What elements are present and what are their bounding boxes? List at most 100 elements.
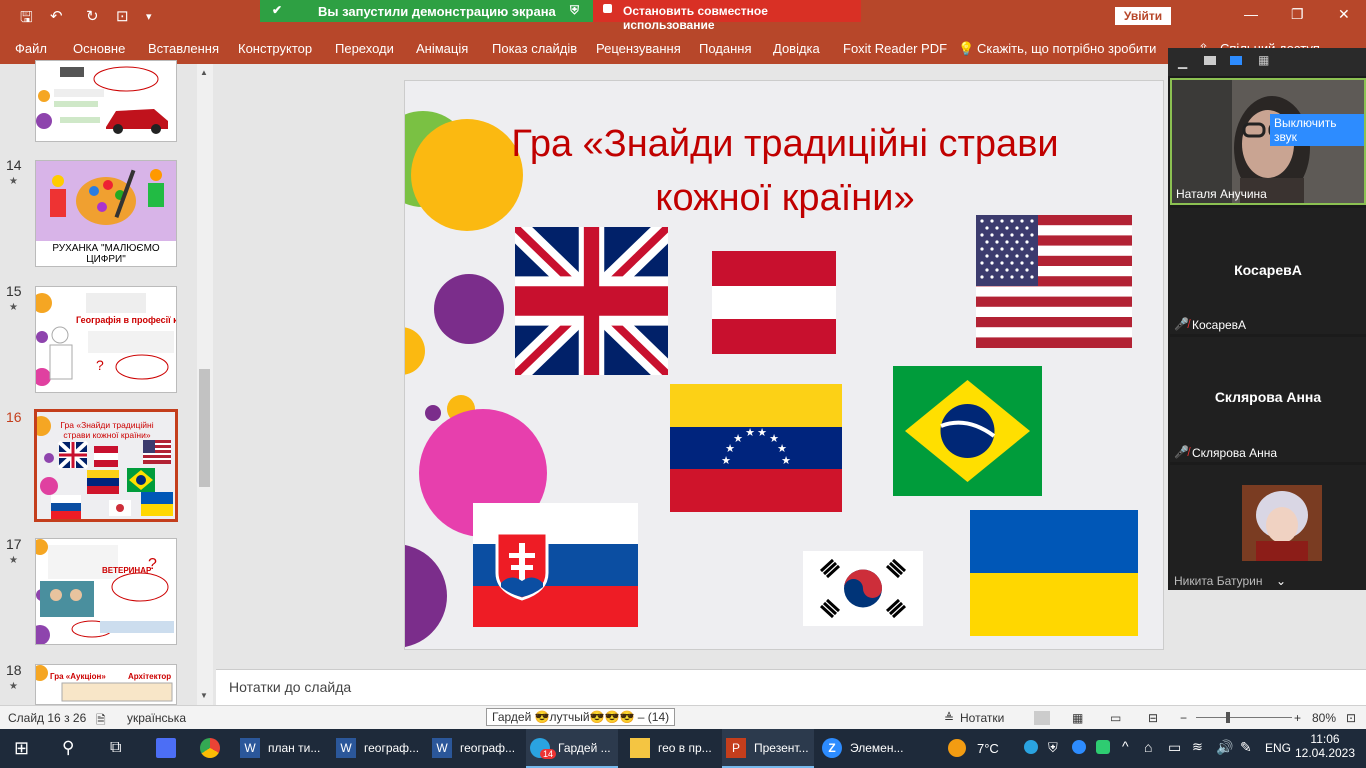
status-bar: Слайд 16 з 26 🗎 українська Гардей 😎лутчы… xyxy=(0,705,1366,729)
participant-tile-sklyarova[interactable]: Склярова Анна 🎤̸ Склярова Анна xyxy=(1170,337,1366,462)
windows-start-icon[interactable]: ⊞ xyxy=(14,738,29,759)
unmute-button[interactable]: Выключить звук xyxy=(1270,114,1364,146)
zoom-slider[interactable] xyxy=(1196,717,1292,718)
zoom-out-icon[interactable]: − xyxy=(1180,711,1187,725)
show-hidden-icons-icon[interactable]: ^ xyxy=(1122,738,1129,754)
network-wifi-icon[interactable]: ≋ xyxy=(1192,739,1203,755)
taskbar-telegram[interactable]: 14 Гардей ... xyxy=(526,729,618,768)
participant-name: Склярова Анна xyxy=(1192,446,1278,460)
chevron-down-icon[interactable]: ⌄ xyxy=(1276,574,1286,588)
volume-icon[interactable]: 🔊 xyxy=(1216,739,1233,756)
word-icon: W xyxy=(336,738,356,758)
tab-help[interactable]: Довідка xyxy=(773,41,820,56)
thumbnail-14[interactable]: РУХАНКА "МАЛЮЄМО ЦИФРИ" xyxy=(35,160,177,267)
thumbnail-number: 14 xyxy=(6,157,22,173)
taskbar-word-3[interactable]: W географ... xyxy=(428,729,520,768)
taskbar-word-2[interactable]: W географ... xyxy=(332,729,424,768)
tab-animations[interactable]: Анімація xyxy=(416,41,468,56)
taskbar-word-1[interactable]: W план ти... xyxy=(236,729,328,768)
thumbnail-16-selected[interactable]: Гра «Знайди традиційні страви кожної кра… xyxy=(34,409,178,522)
network-status-icon[interactable]: ▭ xyxy=(1168,739,1181,756)
taskbar-powerpoint[interactable]: P Презент... xyxy=(722,729,814,768)
task-view-icon[interactable]: ⧉ xyxy=(110,739,121,757)
thumbnails-scrollbar[interactable]: ▲ ▼ xyxy=(197,64,213,705)
main-slide[interactable]: Гра «Знайди традиційні страви кожної кра… xyxy=(404,80,1164,650)
undo-icon[interactable]: ↶ xyxy=(50,7,63,25)
tell-me-input[interactable]: Скажіть, що потрібно зробити xyxy=(977,41,1156,56)
slide-title[interactable]: Гра «Знайди традиційні страви кожної кра… xyxy=(465,117,1105,225)
close-icon[interactable]: ✕ xyxy=(1338,6,1350,23)
restore-icon[interactable]: ❐ xyxy=(1291,6,1304,23)
zoom-tray-icon[interactable] xyxy=(1072,740,1086,754)
normal-view-icon[interactable] xyxy=(1034,711,1050,725)
slide-counter: Слайд 16 з 26 xyxy=(8,711,87,725)
tab-file[interactable]: Файл xyxy=(15,41,47,56)
weather-icon[interactable] xyxy=(948,739,966,757)
thumbnail-caption-2: Архітектор xyxy=(128,672,172,681)
app-tray-icon[interactable] xyxy=(1096,740,1110,754)
zoom-in-icon[interactable]: + xyxy=(1294,711,1301,725)
search-icon[interactable]: ⚲ xyxy=(62,738,74,758)
taskbar-folder[interactable]: гео в пр... xyxy=(626,729,718,768)
participant-tile-baturin[interactable]: Никита Батурин ⌄ xyxy=(1170,465,1366,590)
thumbnail-18[interactable]: Гра «Аукціон» Архітектор xyxy=(35,664,177,705)
scroll-thumb[interactable] xyxy=(199,369,210,487)
clock-time: 11:06 xyxy=(1310,732,1340,746)
zoom-level[interactable]: 80% xyxy=(1312,711,1336,725)
minimize-icon[interactable]: — xyxy=(1244,6,1258,22)
word-icon: W xyxy=(240,738,260,758)
notes-pane[interactable]: Нотатки до слайда xyxy=(216,669,1366,705)
weather-temp[interactable]: 7°C xyxy=(977,741,999,756)
fit-slide-icon[interactable]: ⊡ xyxy=(1346,711,1356,725)
tab-design[interactable]: Конструктор xyxy=(238,41,312,56)
signin-button[interactable]: Увійти xyxy=(1115,7,1171,25)
tab-home[interactable]: Основне xyxy=(73,41,125,56)
pen-icon[interactable]: ✎ xyxy=(1240,739,1252,756)
speaker-view-icon[interactable] xyxy=(1230,56,1242,65)
venezuela-flag-image[interactable]: ★★★ ★ ★ ★★★ xyxy=(670,384,842,512)
tab-view[interactable]: Подання xyxy=(699,41,752,56)
austria-flag-image[interactable] xyxy=(712,251,836,354)
participant-tile-natalia[interactable]: Выключить звук Наталя Анучина xyxy=(1170,78,1366,205)
thumbnail-13[interactable] xyxy=(35,60,177,142)
present-icon[interactable]: ⊡ xyxy=(116,7,129,25)
tab-transitions[interactable]: Переходи xyxy=(335,41,394,56)
usa-flag-image[interactable] xyxy=(976,215,1132,348)
south-korea-flag-image[interactable] xyxy=(803,551,923,626)
language-indicator[interactable]: українська xyxy=(127,711,186,725)
shield-tray-icon[interactable]: ⛨ xyxy=(1048,740,1058,756)
uk-flag-image[interactable] xyxy=(515,227,668,375)
participant-tile-kosarev[interactable]: КосаревА 🎤̸ КосаревА xyxy=(1170,208,1366,334)
ukraine-flag-image[interactable] xyxy=(970,510,1138,636)
notes-button[interactable]: Нотатки xyxy=(960,711,1004,725)
slovakia-flag-image[interactable] xyxy=(473,503,638,627)
brazil-flag-image[interactable] xyxy=(893,366,1042,496)
stop-share-button[interactable]: Остановить совместное использование xyxy=(593,0,861,32)
thumbnail-17[interactable]: ? ВЕТЕРИНАР xyxy=(35,538,177,645)
zoom-slider-thumb[interactable] xyxy=(1226,712,1230,723)
thumbnail-15[interactable]: ? Географія в професії кухаря xyxy=(35,286,177,393)
minimize-icon[interactable]: ▁ xyxy=(1178,55,1187,69)
customize-qa-icon[interactable]: ▾ xyxy=(146,10,152,23)
video-view-icon[interactable] xyxy=(1204,56,1216,65)
reading-view-icon[interactable]: ▭ xyxy=(1110,711,1121,725)
redo-icon[interactable]: ↻ xyxy=(86,7,99,25)
tab-insert[interactable]: Вставлення xyxy=(148,41,219,56)
network-icon[interactable]: ⌂ xyxy=(1144,739,1152,755)
slideshow-view-icon[interactable]: ⊟ xyxy=(1148,711,1158,725)
calculator-icon[interactable] xyxy=(156,738,176,758)
telegram-tray-icon[interactable] xyxy=(1024,740,1038,754)
notes-icon[interactable]: ≜ xyxy=(944,711,954,725)
chrome-icon[interactable] xyxy=(200,738,220,758)
scroll-up-icon[interactable]: ▲ xyxy=(200,68,208,77)
taskbar-zoom[interactable]: Z Элемен... xyxy=(818,729,910,768)
tab-foxit[interactable]: Foxit Reader PDF xyxy=(843,41,947,56)
tab-review[interactable]: Рецензування xyxy=(596,41,681,56)
slide-sorter-icon[interactable]: ▦ xyxy=(1072,711,1083,725)
tab-slideshow[interactable]: Показ слайдів xyxy=(492,41,577,56)
scroll-down-icon[interactable]: ▼ xyxy=(200,691,208,700)
input-language[interactable]: ENG xyxy=(1265,741,1291,755)
gallery-view-icon[interactable]: ▦ xyxy=(1258,53,1269,67)
clock[interactable]: 11:06 12.04.2023 xyxy=(1290,732,1360,760)
save-icon[interactable]: 🖫 xyxy=(20,7,33,32)
